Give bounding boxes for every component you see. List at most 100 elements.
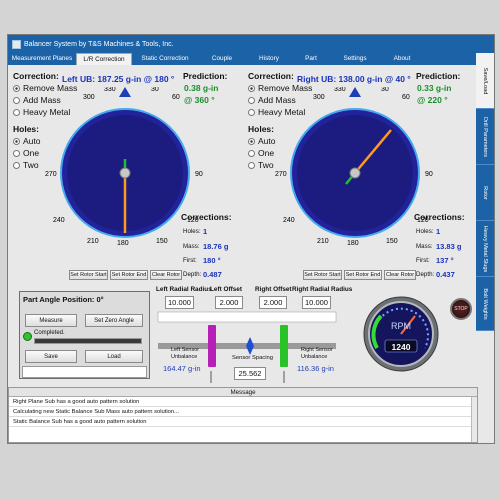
right-set-rotor-start-button[interactable]: Set Rotor Start bbox=[303, 270, 342, 280]
tab-lr-correction[interactable]: L/R Correction bbox=[76, 53, 132, 65]
right-dial-hub bbox=[349, 167, 361, 179]
tab-settings[interactable]: Settings bbox=[330, 53, 380, 65]
left-dial-270: 270 bbox=[45, 171, 57, 178]
left-dial-hub bbox=[119, 167, 131, 179]
tab-about[interactable]: About bbox=[380, 53, 424, 65]
left-plane-marker bbox=[208, 325, 216, 367]
right-radius-label: Right Radial Radius bbox=[292, 286, 353, 293]
side-tab-bolt-weights[interactable]: Bolt Weights bbox=[476, 277, 494, 331]
right-dial-240: 240 bbox=[283, 217, 295, 224]
left-offset-label: Left Offset bbox=[210, 286, 242, 293]
load-button[interactable]: Load bbox=[85, 350, 143, 363]
left-set-rotor-end-button[interactable]: Set Rotor End bbox=[110, 270, 148, 280]
left-sensor-label: Left Sensor Unbalance bbox=[171, 347, 200, 360]
sensor-spacing-input[interactable]: 25.562 bbox=[234, 367, 266, 380]
left-correction-label: Correction: bbox=[13, 71, 59, 81]
right-corr-mass-value: 13.83 g bbox=[436, 242, 462, 251]
sensor-spacing-label: Sensor Spacing bbox=[232, 355, 273, 361]
right-dial-270: 270 bbox=[275, 171, 287, 178]
title-bar: Balancer System by T&S Machines & Tools,… bbox=[8, 35, 494, 53]
left-holes-two[interactable]: Two bbox=[13, 160, 39, 170]
left-radius-label: Left Radial Radius bbox=[156, 286, 212, 293]
message-row: Calculating new Static Balance Sub Mass … bbox=[9, 407, 477, 417]
stop-button[interactable]: STOP bbox=[450, 298, 472, 320]
message-scrollbar[interactable] bbox=[471, 397, 477, 442]
right-clear-rotor-button[interactable]: Clear Rotor bbox=[384, 270, 416, 280]
left-sensor-value: 164.47 g-in bbox=[163, 364, 201, 373]
left-dial-90: 90 bbox=[195, 171, 203, 178]
left-corr-holes-label: Holes: bbox=[183, 228, 201, 235]
right-corr-first-label: First: bbox=[416, 257, 430, 264]
left-dial-pointer-icon bbox=[119, 87, 131, 97]
tab-part[interactable]: Part bbox=[292, 53, 330, 65]
right-dial: 300 330 30 60 270 240 210 180 150 120 90 bbox=[275, 87, 433, 245]
status-led-icon bbox=[23, 332, 32, 341]
right-corr-holes-label: Holes: bbox=[416, 228, 434, 235]
side-tab-heavy-metal-slugs[interactable]: Heavy Metal Slugs bbox=[476, 221, 494, 277]
right-unbalance: Right UB: 138.00 g-in @ 40 ° bbox=[297, 74, 411, 84]
message-log: Message Right Plane Sub has a good auto … bbox=[8, 387, 478, 443]
right-offset-input[interactable]: 2.000 bbox=[259, 296, 287, 309]
left-corr-mass-value: 18.76 g bbox=[203, 242, 229, 251]
right-corr-first-value: 137 ° bbox=[436, 256, 454, 265]
right-sensor-value: 116.36 g-in bbox=[297, 364, 334, 373]
left-dial-30: 30 bbox=[151, 87, 159, 93]
right-dial-150: 150 bbox=[386, 238, 398, 245]
right-correction-label: Correction: bbox=[248, 71, 294, 81]
rpm-value: 1240 bbox=[392, 342, 411, 352]
left-clear-rotor-button[interactable]: Clear Rotor bbox=[150, 270, 182, 280]
left-offset-input[interactable]: 2.000 bbox=[215, 296, 243, 309]
part-angle-panel: Part Angle Position: 0° Measure Set Zero… bbox=[19, 291, 150, 379]
right-corrections-title: Corrections: bbox=[414, 212, 465, 222]
left-radius-input[interactable]: 10.000 bbox=[165, 296, 194, 309]
right-plane-marker bbox=[280, 325, 288, 367]
left-dial-180: 180 bbox=[117, 240, 129, 245]
right-corr-holes-value: 1 bbox=[436, 227, 441, 236]
right-holes-label: Holes: bbox=[248, 124, 274, 134]
left-corr-depth-label: Depth: bbox=[183, 271, 202, 278]
right-holes-auto[interactable]: Auto bbox=[248, 136, 276, 146]
left-holes-one[interactable]: One bbox=[13, 148, 39, 158]
side-tab-save-load[interactable]: Save/Load bbox=[476, 53, 494, 109]
left-corr-first-value: 180 ° bbox=[203, 256, 221, 265]
tab-couple[interactable]: Couple bbox=[198, 53, 246, 65]
tab-static-correction[interactable]: Static Correction bbox=[132, 53, 198, 65]
right-sensor-label: Right Sensor Unbalance bbox=[301, 347, 333, 360]
left-dial-150: 150 bbox=[156, 238, 168, 245]
save-button[interactable]: Save bbox=[25, 350, 77, 363]
set-zero-angle-button[interactable]: Set Zero Angle bbox=[85, 314, 143, 327]
tab-measurement-planes[interactable]: Measurement Planes bbox=[8, 53, 76, 65]
right-dial-30: 30 bbox=[381, 87, 389, 93]
app-icon bbox=[12, 39, 21, 49]
message-column-header: Message bbox=[9, 388, 477, 397]
right-dial-60: 60 bbox=[402, 94, 410, 101]
left-holes-auto[interactable]: Auto bbox=[13, 136, 41, 146]
measure-button[interactable]: Measure bbox=[25, 314, 77, 327]
message-row: Static Balance Sub has a good auto patte… bbox=[9, 417, 477, 427]
left-corrections-title: Corrections: bbox=[181, 212, 232, 222]
rpm-label: RPM bbox=[391, 321, 411, 331]
right-radius-input[interactable]: 10.000 bbox=[302, 296, 331, 309]
side-tab-drill-parameters[interactable]: Drill Parameters bbox=[476, 109, 494, 165]
right-holes-two[interactable]: Two bbox=[248, 160, 274, 170]
left-unbalance: Left UB: 187.25 g-in @ 180 ° bbox=[62, 74, 175, 84]
right-set-rotor-end-button[interactable]: Set Rotor End bbox=[344, 270, 382, 280]
left-dial-210: 210 bbox=[87, 238, 99, 245]
status-text: Completed. bbox=[34, 330, 65, 336]
left-dial-60: 60 bbox=[172, 94, 180, 101]
progress-bar bbox=[34, 338, 142, 344]
tab-history[interactable]: History bbox=[246, 53, 292, 65]
left-prediction-label: Prediction: bbox=[183, 71, 228, 81]
right-holes-one[interactable]: One bbox=[248, 148, 274, 158]
right-prediction-label: Prediction: bbox=[416, 71, 461, 81]
lr-correction-panel: Correction: Left UB: 187.25 g-in @ 180 °… bbox=[10, 65, 478, 387]
right-dial-210: 210 bbox=[317, 238, 329, 245]
left-set-rotor-start-button[interactable]: Set Rotor Start bbox=[69, 270, 108, 280]
left-dial-330: 330 bbox=[104, 87, 116, 93]
window-title: Balancer System by T&S Machines & Tools,… bbox=[24, 40, 174, 48]
side-tab-rotor[interactable]: Rotor bbox=[476, 165, 494, 221]
center-of-gravity-icon bbox=[246, 337, 254, 355]
right-dial-90: 90 bbox=[425, 171, 433, 178]
right-corr-depth-label: Depth: bbox=[416, 271, 435, 278]
left-corr-depth-value: 0.487 bbox=[203, 270, 222, 279]
